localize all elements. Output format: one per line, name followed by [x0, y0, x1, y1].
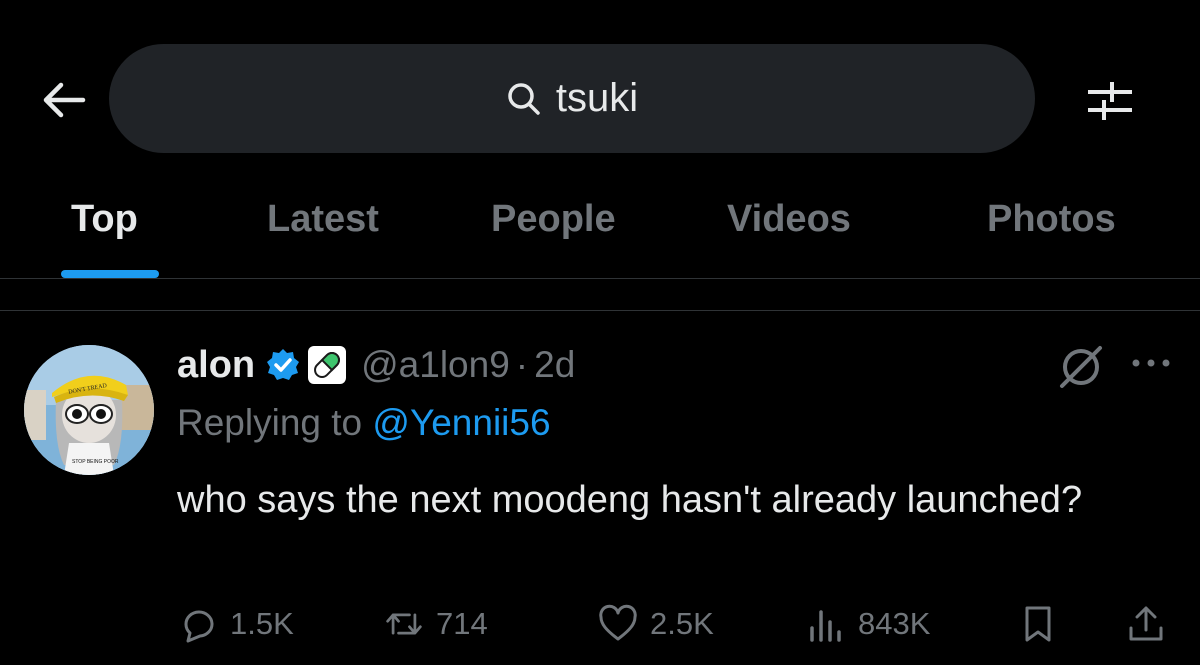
like-icon: [599, 604, 637, 641]
tab-videos[interactable]: Videos: [727, 198, 851, 241]
views-button[interactable]: 843K: [806, 604, 930, 644]
replying-to-prefix: Replying to: [177, 402, 373, 443]
view-count: 843K: [858, 606, 931, 641]
display-name[interactable]: alon: [177, 344, 255, 387]
feed-divider: [0, 310, 1200, 311]
tweet-timestamp[interactable]: 2d: [534, 344, 575, 386]
tab-latest[interactable]: Latest: [267, 198, 379, 241]
back-arrow-icon: [43, 82, 86, 118]
separator-dot: ·: [515, 344, 529, 385]
active-tab-indicator: [61, 270, 159, 278]
like-button[interactable]: 2.5K: [598, 604, 714, 644]
filter-sliders-icon: [1088, 82, 1132, 120]
more-icon[interactable]: [1126, 348, 1176, 378]
search-icon: [508, 82, 540, 115]
verified-badge-icon: [267, 349, 300, 380]
repost-icon: [386, 613, 422, 635]
avatar[interactable]: DON'T TREAD STOP BEING POOR: [24, 345, 154, 475]
search-query: tsuki: [555, 76, 639, 120]
tweet-header: alon @a1lon9 · 2d: [177, 340, 575, 390]
views-icon: [810, 610, 841, 642]
like-count: 2.5K: [650, 606, 714, 641]
share-button[interactable]: [1126, 604, 1166, 644]
search-filter-button[interactable]: [1080, 72, 1140, 128]
tab-top[interactable]: Top: [71, 198, 138, 241]
reply-button[interactable]: 1.5K: [178, 604, 294, 644]
reply-icon: [184, 610, 214, 643]
repost-button[interactable]: 714: [384, 604, 488, 644]
pill-badge-icon: [308, 346, 347, 384]
back-button[interactable]: [36, 72, 92, 128]
avatar-shirt-text: STOP BEING POOR: [72, 459, 119, 465]
search-tabs: Top Latest People Videos Photos: [0, 180, 1200, 278]
reply-count: 1.5K: [230, 606, 294, 641]
grok-icon[interactable]: [1056, 342, 1106, 392]
user-handle[interactable]: @a1lon9: [361, 344, 510, 386]
replying-to-handle[interactable]: @Yennii56: [372, 402, 550, 443]
search-bar[interactable]: tsuki: [109, 44, 1035, 153]
tab-photos[interactable]: Photos: [987, 198, 1116, 241]
replying-to-line: Replying to @Yennii56: [177, 402, 551, 444]
tweet-text: who says the next moodeng hasn't already…: [177, 479, 1083, 521]
repost-count: 714: [436, 606, 488, 641]
tabs-divider: [0, 278, 1200, 279]
tweet-actions: 1.5K 714 2.5K 843K: [0, 600, 1200, 656]
share-icon: [1129, 606, 1163, 641]
bookmark-icon: [1025, 606, 1051, 642]
tab-people[interactable]: People: [491, 198, 616, 241]
bookmark-button[interactable]: [1018, 604, 1058, 644]
